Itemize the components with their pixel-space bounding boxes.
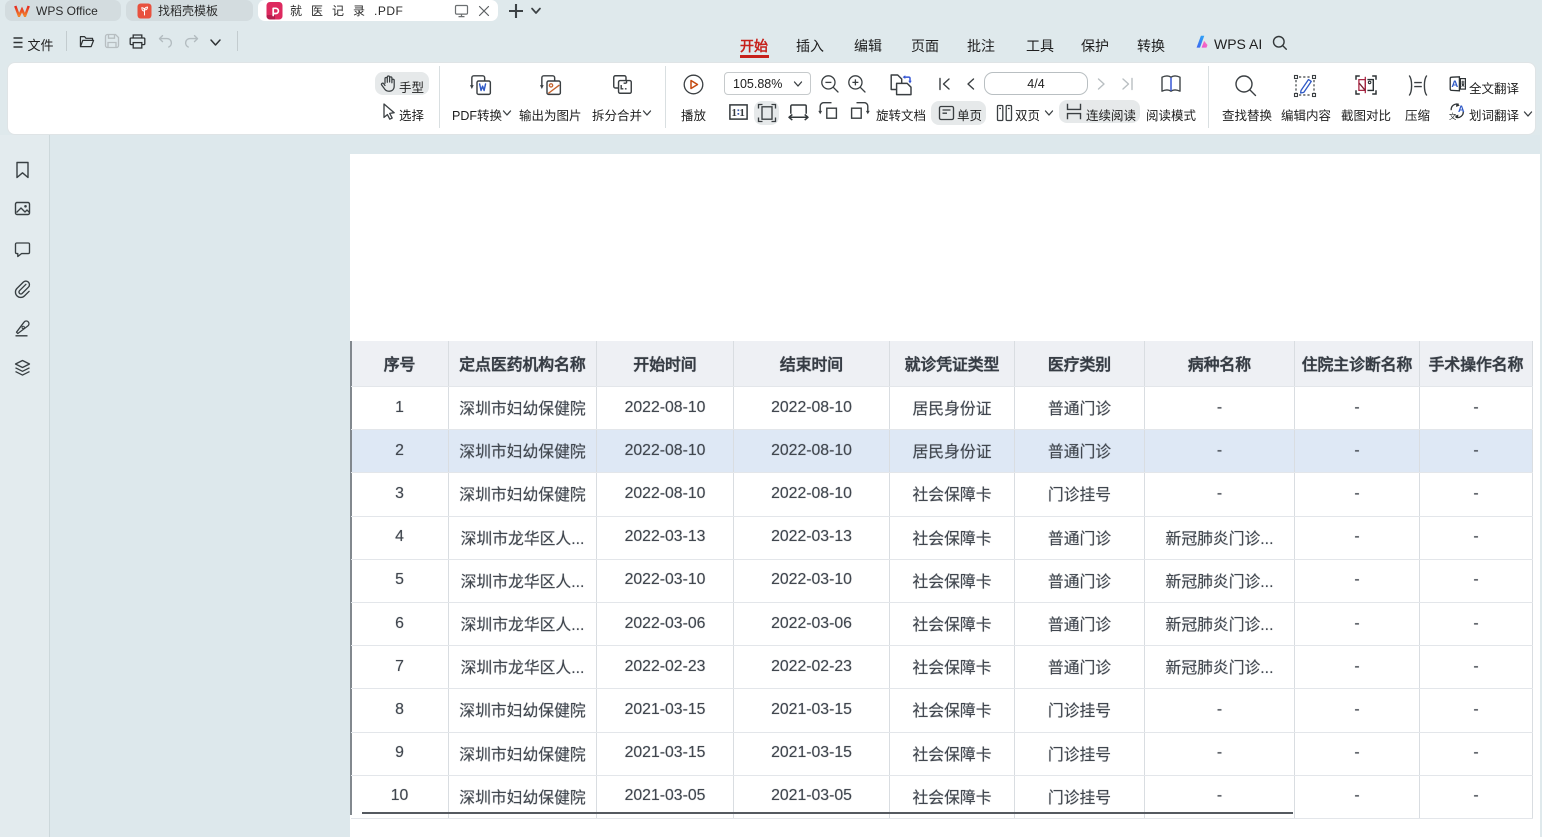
svg-text:1: 1 <box>732 107 738 119</box>
svg-text:A: A <box>1458 104 1465 114</box>
svg-text:文: 文 <box>1449 111 1457 120</box>
svg-text:1: 1 <box>739 107 745 119</box>
svg-text:A: A <box>1451 79 1458 90</box>
